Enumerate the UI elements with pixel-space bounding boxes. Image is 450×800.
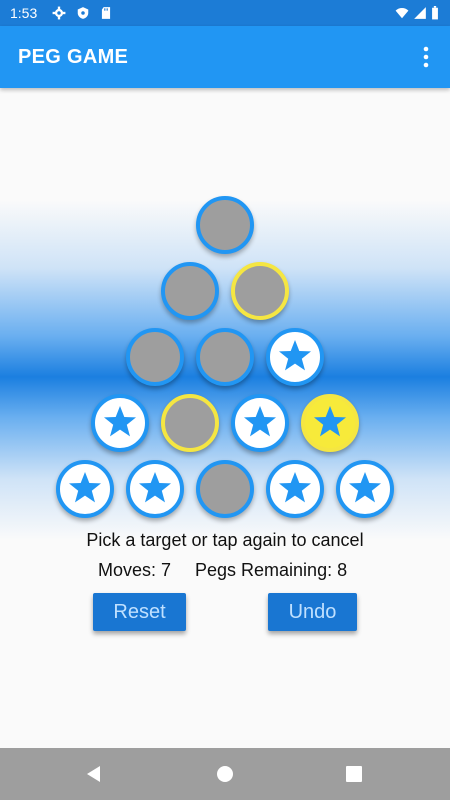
battery-icon	[432, 6, 438, 20]
reset-button[interactable]: Reset	[93, 593, 186, 631]
star-icon	[349, 472, 381, 503]
app-bar: PEG GAME	[0, 26, 450, 88]
empty-hole[interactable]	[161, 262, 219, 320]
pegs-remaining-counter: Pegs Remaining: 8	[195, 560, 347, 581]
undo-button[interactable]: Undo	[268, 593, 357, 631]
moves-value: 7	[161, 560, 172, 580]
peg[interactable]	[231, 394, 289, 452]
peg[interactable]	[56, 460, 114, 518]
empty-hole[interactable]	[196, 460, 254, 518]
star-icon	[279, 340, 311, 371]
peg[interactable]	[301, 394, 359, 452]
status-bar: 1:53	[0, 0, 450, 26]
wifi-icon	[395, 8, 409, 19]
empty-hole[interactable]	[196, 196, 254, 254]
empty-hole[interactable]	[126, 328, 184, 386]
star-icon	[279, 472, 311, 503]
instruction-text: Pick a target or tap again to cancel	[86, 530, 364, 550]
star-icon	[104, 406, 136, 437]
peg[interactable]	[336, 460, 394, 518]
peg[interactable]	[266, 328, 324, 386]
back-icon[interactable]	[84, 764, 104, 784]
home-icon[interactable]	[215, 764, 235, 784]
moves-label: Moves:	[98, 560, 157, 580]
moves-counter: Moves: 7	[98, 560, 171, 581]
star-icon	[139, 472, 171, 503]
star-icon	[244, 406, 276, 437]
empty-hole[interactable]	[196, 328, 254, 386]
sd-card-icon	[101, 7, 111, 19]
more-vert-icon[interactable]	[418, 46, 434, 68]
peg[interactable]	[91, 394, 149, 452]
peg[interactable]	[126, 460, 184, 518]
pegs-remaining-label: Pegs Remaining:	[195, 560, 333, 580]
empty-hole[interactable]	[231, 262, 289, 320]
app-title: PEG GAME	[18, 46, 129, 68]
pegs-remaining-value: 8	[337, 560, 348, 580]
recents-icon[interactable]	[344, 764, 364, 784]
shield-icon	[77, 7, 89, 19]
star-icon	[69, 472, 101, 503]
navigation-bar	[0, 748, 450, 800]
settings-icon	[52, 6, 66, 20]
status-time: 1:53	[10, 5, 38, 21]
empty-hole[interactable]	[161, 394, 219, 452]
star-icon	[314, 406, 346, 437]
cellular-signal-icon	[414, 7, 426, 19]
peg[interactable]	[266, 460, 324, 518]
